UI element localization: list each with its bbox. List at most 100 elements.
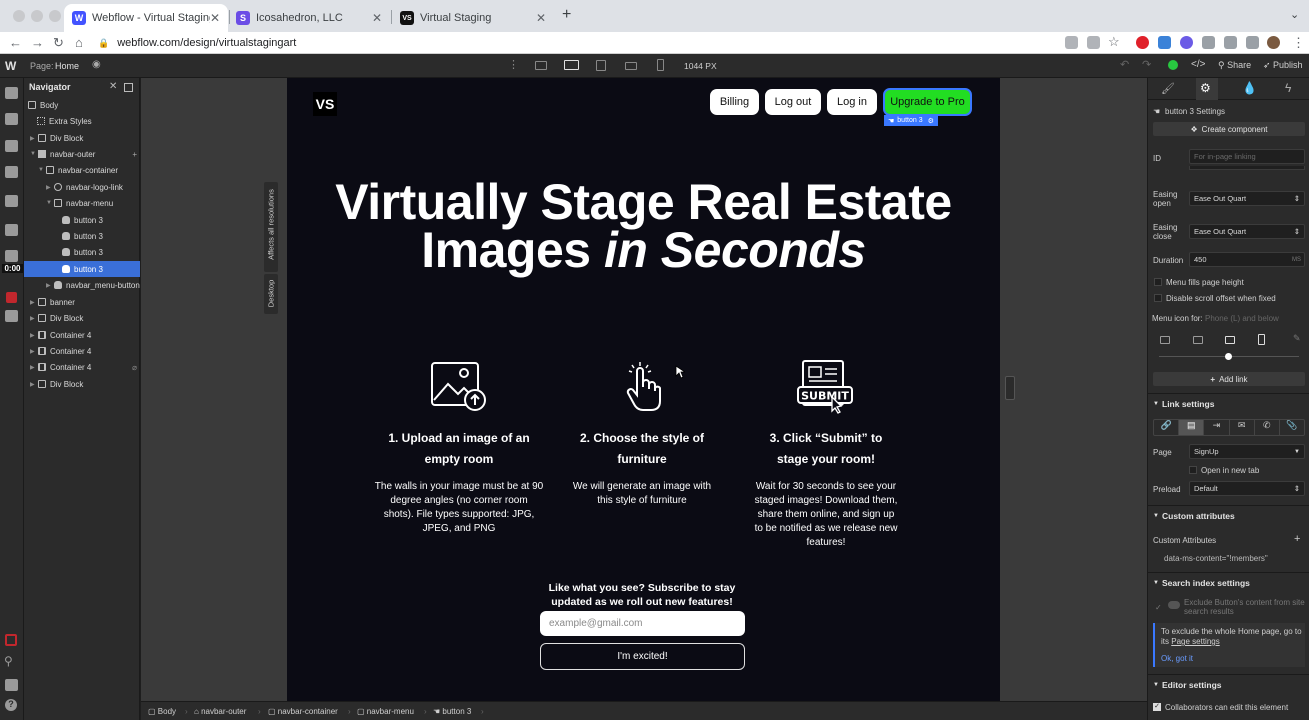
breakpoint-landscape-icon[interactable] (625, 62, 637, 70)
nav-item-container-4[interactable]: ▶ Container 4 (24, 327, 140, 343)
tab-close-icon[interactable]: ✕ (372, 11, 382, 25)
file-link-icon[interactable]: 📎 (1280, 420, 1304, 435)
publish-button[interactable]: ➶ Publish (1263, 60, 1303, 71)
share-button[interactable]: ⚲ Share (1218, 60, 1251, 71)
phone-icon[interactable] (1258, 334, 1265, 345)
ok-got-it-link[interactable]: Ok, got it (1161, 654, 1193, 663)
breakpoint-phone-icon[interactable] (657, 59, 664, 71)
puzzle-extensions-icon[interactable] (1224, 36, 1237, 49)
reload-icon[interactable]: ↻ (53, 35, 64, 51)
back-arrow-icon[interactable]: ← (9, 35, 22, 50)
profile-avatar[interactable] (1267, 36, 1280, 49)
site-logo[interactable]: VS (313, 92, 337, 116)
caret-down-icon[interactable]: ▼ (38, 167, 46, 173)
page-settings-link[interactable]: Page settings (1171, 637, 1219, 646)
easing-close-select[interactable]: Ease Out Quart ⇕ (1189, 224, 1305, 239)
tab-close-icon[interactable]: ✕ (536, 11, 546, 25)
components-cube-icon[interactable] (5, 113, 18, 125)
caret-right-icon[interactable]: ▶ (46, 282, 54, 289)
dock-panel-icon[interactable] (124, 83, 133, 92)
settings-gear-icon[interactable]: ⚙ (928, 117, 934, 125)
breadcrumb-body[interactable]: ▢ Body (148, 707, 176, 716)
undo-icon[interactable]: ↶ (1120, 58, 1129, 71)
interactions-bolt-icon[interactable]: ϟ (1285, 81, 1291, 95)
canvas-resize-handle[interactable] (1005, 376, 1015, 400)
attribute-value[interactable]: data-ms-content="!members" (1164, 554, 1268, 563)
breakpoint-large-icon[interactable] (535, 61, 547, 70)
breadcrumb-button-3[interactable]: ☚ button 3 (433, 707, 471, 716)
section-link-icon[interactable]: ⇥ (1204, 420, 1230, 435)
nav-item-banner[interactable]: ▶ banner (24, 294, 140, 310)
tablet-icon[interactable] (1193, 336, 1203, 344)
install-icon[interactable] (1065, 36, 1078, 49)
preload-select[interactable]: Default ⇕ (1189, 481, 1305, 496)
extension-icon[interactable] (1158, 36, 1171, 49)
add-attribute-plus-icon[interactable]: + (1294, 533, 1300, 545)
window-close-dot[interactable] (13, 10, 25, 22)
nav-item-navbar-outer[interactable]: ▼ navbar-outer + (24, 146, 140, 162)
landscape-phone-icon[interactable] (1225, 336, 1235, 344)
nav-item-navbar-logo-link[interactable]: ▶ navbar-logo-link (24, 179, 140, 195)
nav-item-div-block[interactable]: ▶ Div Block (24, 130, 140, 146)
breadcrumb-navbar-menu[interactable]: ▢ navbar-menu (357, 707, 414, 716)
page-select[interactable]: SignUp ▼ (1189, 444, 1305, 459)
help-icon[interactable]: ? (5, 699, 17, 711)
caret-right-icon[interactable]: ▶ (30, 135, 38, 142)
tab-search-chevron-icon[interactable]: ⌄ (1290, 8, 1299, 21)
preview-eye-icon[interactable]: ◉ (92, 59, 101, 70)
add-link-button[interactable]: + Add link (1153, 372, 1305, 386)
new-tab-plus-icon[interactable]: + (562, 6, 571, 24)
home-icon[interactable]: ⌂ (75, 35, 83, 50)
more-breakpoints-icon[interactable]: ⋮ (508, 58, 519, 71)
caret-right-icon[interactable]: ▶ (30, 348, 38, 355)
create-component-button[interactable]: ❖ Create component (1153, 122, 1305, 136)
breakpoint-tablet-icon[interactable] (596, 60, 606, 71)
close-icon[interactable]: ✕ (109, 81, 117, 92)
easing-open-select[interactable]: Ease Out Quart ⇕ (1189, 191, 1305, 206)
nav-item-div-block[interactable]: ▶ Div Block (24, 376, 140, 392)
desktop-icon[interactable] (1160, 336, 1170, 344)
page-selector[interactable]: Home (55, 61, 79, 71)
window-zoom-dot[interactable] (49, 10, 61, 22)
link-settings-section[interactable]: ▼ Link settings (1148, 393, 1309, 413)
navigator-layers-icon[interactable] (5, 140, 18, 152)
upgrade-button[interactable]: Upgrade to Pro (883, 88, 972, 116)
breadcrumb-navbar-outer[interactable]: ⌂ navbar-outer (194, 707, 246, 716)
status-check-icon[interactable] (1168, 60, 1178, 70)
pencil-slash-icon[interactable]: ✎ (1293, 333, 1301, 344)
id-input[interactable]: For in-page linking (1189, 149, 1305, 164)
collaborators-checkbox[interactable]: ✓ (1153, 703, 1161, 711)
share-icon[interactable] (1087, 36, 1100, 49)
caret-right-icon[interactable]: ▶ (46, 184, 54, 191)
browser-tab-virtual-staging[interactable]: VS Virtual Staging ✕ (392, 4, 554, 32)
type-select-partial[interactable] (1189, 166, 1305, 170)
users-group-icon[interactable] (5, 679, 18, 691)
browser-tab-icosahedron[interactable]: S Icosahedron, LLC ✕ (228, 4, 390, 32)
phone-link-icon[interactable]: ✆ (1255, 420, 1280, 435)
caret-right-icon[interactable]: ▶ (30, 315, 38, 322)
settings-gear-icon[interactable] (5, 310, 18, 322)
breakpoint-slider-thumb[interactable] (1225, 353, 1232, 360)
nav-item-navbar-menu[interactable]: ▼ navbar-menu (24, 195, 140, 211)
webflow-logo-icon[interactable]: W (5, 59, 16, 73)
style-manager-drops-icon[interactable]: 💧 (1242, 81, 1257, 95)
selected-element-tag[interactable]: ☚ button 3 ⚙ (884, 115, 938, 126)
cms-database-icon[interactable] (5, 195, 18, 207)
opera-extension-icon[interactable] (1136, 36, 1149, 49)
logout-button[interactable]: Log out (765, 89, 821, 115)
login-button[interactable]: Log in (827, 89, 877, 115)
hidden-eye-slash-icon[interactable]: ⌀ (132, 363, 137, 372)
nav-item-body[interactable]: Body (24, 97, 140, 113)
nav-item-container-4[interactable]: ▶ Container 4 (24, 343, 140, 359)
nav-item-navbar-menu-button[interactable]: ▶ navbar_menu-button (24, 277, 140, 293)
nav-item-extra-styles[interactable]: Extra Styles (24, 113, 140, 129)
users-icon[interactable] (5, 224, 18, 236)
audit-icon[interactable] (5, 634, 17, 646)
page-link-icon[interactable]: ▤ (1179, 420, 1205, 435)
extension-icon[interactable] (1180, 36, 1193, 49)
code-export-icon[interactable]: </> (1191, 59, 1205, 70)
search-index-section[interactable]: ▼ Search index settings (1148, 572, 1309, 592)
nav-item-button-3[interactable]: button 3 (24, 228, 140, 244)
nav-item-button-3[interactable]: button 3 (24, 212, 140, 228)
forward-arrow-icon[interactable]: → (31, 35, 44, 50)
